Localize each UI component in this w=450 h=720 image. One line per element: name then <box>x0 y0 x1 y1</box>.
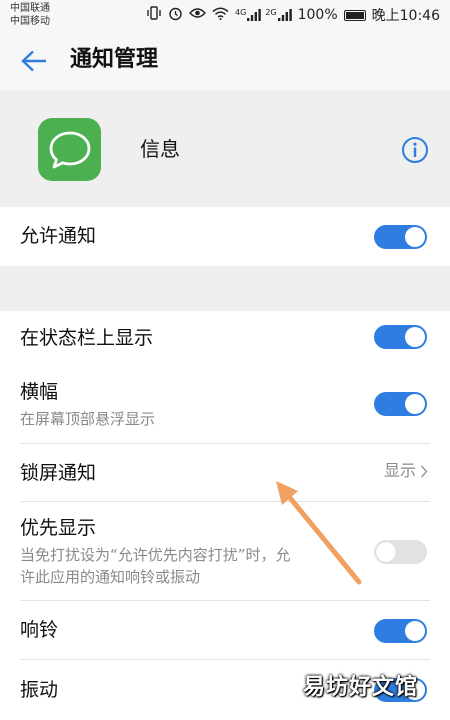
vibration-label: 振动 <box>20 679 59 701</box>
lockscreen-notifications-label: 锁屏通知 <box>20 462 97 484</box>
switch-knob <box>376 542 396 562</box>
priority-display-label: 优先显示 <box>20 517 97 539</box>
switch-knob <box>405 621 425 641</box>
priority-display-switch[interactable] <box>374 540 427 564</box>
ringtone-label: 响铃 <box>20 619 59 641</box>
page-title: 通知管理 <box>70 47 159 72</box>
info-button[interactable] <box>401 136 429 164</box>
app-bar: 通知管理 <box>0 30 450 90</box>
switch-knob <box>405 394 425 414</box>
priority-display-sublabel-1: 当免打扰设为“允许优先内容打扰”时，允 <box>20 546 291 564</box>
status-bar-display-label: 在状态栏上显示 <box>20 327 154 349</box>
lockscreen-notifications-row[interactable]: 锁屏通知 显示 <box>0 444 450 502</box>
lockscreen-value[interactable]: 显示 <box>384 460 428 482</box>
eye-icon <box>189 7 206 23</box>
battery-percent: 100% <box>297 7 338 23</box>
alarm-icon <box>168 6 183 25</box>
arrow-left-icon <box>21 50 46 72</box>
allow-notifications-label: 允许通知 <box>20 225 97 247</box>
app-name: 信息 <box>140 137 180 161</box>
vibrate-icon <box>146 6 162 24</box>
section-gap <box>0 266 450 311</box>
banner-row[interactable]: 横幅 在屏幕顶部悬浮显示 <box>0 369 450 444</box>
clock: 晚上10:46 <box>371 8 440 24</box>
allow-notifications-switch[interactable] <box>374 225 427 249</box>
carrier-names: 中国联通 中国移动 <box>10 2 50 28</box>
info-circle-icon <box>402 137 428 163</box>
message-bubble-icon <box>38 118 101 181</box>
ringtone-row[interactable]: 响铃 <box>0 601 450 660</box>
banner-switch[interactable] <box>374 392 427 416</box>
lockscreen-value-text: 显示 <box>383 461 416 480</box>
back-button[interactable] <box>18 45 50 77</box>
switch-knob <box>405 227 425 247</box>
signal-2-label: 2G <box>265 8 277 17</box>
priority-display-sublabel-2: 许此应用的通知响铃或振动 <box>20 568 201 586</box>
status-bar: 中国联通 中国移动 4G 2G 100% 晚上10:46 <box>0 0 450 30</box>
signal-icon: 4G 2G <box>235 9 292 21</box>
carrier-2: 中国移动 <box>10 16 50 27</box>
wifi-icon <box>212 7 229 24</box>
chevron-right-icon <box>420 464 428 478</box>
status-icons: 4G 2G 100% 晚上10:46 <box>146 6 440 24</box>
priority-display-row[interactable]: 优先显示 当免打扰设为“允许优先内容打扰”时，允 许此应用的通知响铃或振动 <box>0 502 450 601</box>
ringtone-switch[interactable] <box>374 619 427 643</box>
app-header: 信息 <box>0 90 450 207</box>
carrier-1: 中国联通 <box>10 3 50 14</box>
status-bar-display-row[interactable]: 在状态栏上显示 <box>0 311 450 369</box>
allow-notifications-row[interactable]: 允许通知 <box>0 207 450 266</box>
switch-knob <box>405 327 425 347</box>
banner-label: 横幅 <box>20 381 59 403</box>
battery-icon <box>343 9 366 21</box>
banner-sublabel: 在屏幕顶部悬浮显示 <box>20 410 156 428</box>
status-bar-display-switch[interactable] <box>374 325 427 349</box>
watermark: 易坊好文馆 <box>303 675 419 700</box>
signal-1-label: 4G <box>235 8 247 17</box>
